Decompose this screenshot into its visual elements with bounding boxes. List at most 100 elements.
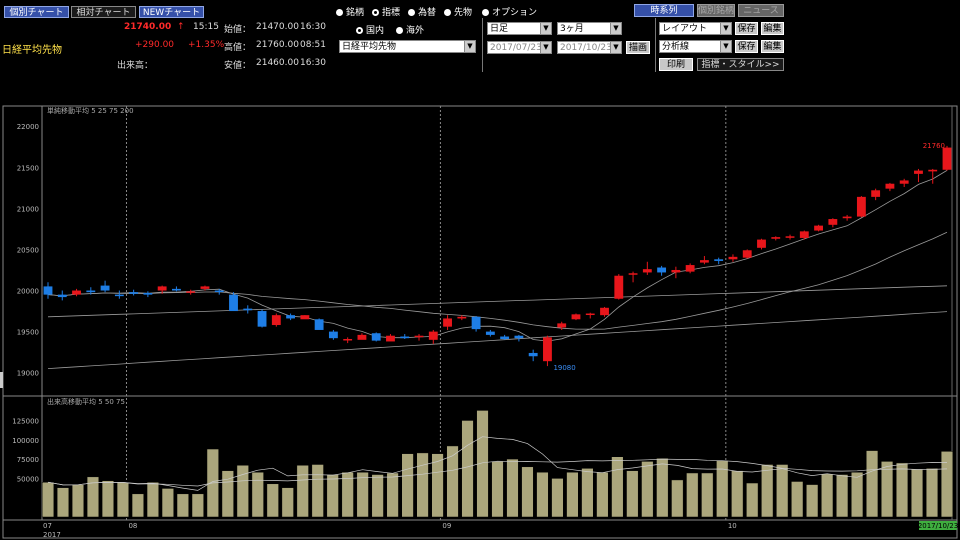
chevron-down-icon[interactable]: ▼ (464, 41, 475, 52)
chevron-down-icon[interactable]: ▼ (610, 23, 621, 34)
volume-label: 出来高： (117, 61, 154, 71)
volume-tick-label: 50000 (17, 475, 39, 483)
x-tick-label: 08 (128, 522, 137, 530)
indicators-style-button[interactable]: 指標・スタイル>> (697, 58, 784, 71)
candle (443, 318, 452, 327)
radio-dot (356, 27, 363, 34)
draw-button[interactable]: 描画 (626, 41, 650, 54)
radio-options[interactable]: オプション (482, 5, 537, 18)
candle (699, 260, 709, 263)
tab-individual-chart[interactable]: 個別チャート (4, 6, 69, 18)
volume-bar (536, 471, 549, 518)
volume-bar (581, 468, 594, 518)
candle (714, 259, 724, 261)
open-value: 21470.00 (256, 22, 299, 32)
high-label: 高値： (224, 43, 252, 53)
radio-fx[interactable]: 為替 (408, 5, 436, 18)
volume-bar (836, 474, 849, 518)
from-date-select[interactable]: 2017/07/23 ▼ (487, 41, 552, 54)
volume-bar (251, 471, 264, 518)
candle (328, 331, 338, 339)
candle (528, 352, 538, 357)
candle (871, 190, 881, 197)
candle (914, 170, 923, 174)
volume-bar (596, 471, 609, 518)
chevron-down-icon[interactable]: ▼ (540, 23, 551, 34)
scroll-handle (0, 372, 3, 388)
to-date-select[interactable]: 2017/10/23 ▼ (557, 41, 622, 54)
news-button[interactable]: ニュース (738, 4, 784, 17)
chevron-down-icon[interactable]: ▼ (610, 42, 621, 53)
volume-bar (686, 472, 699, 518)
volume-bar (176, 493, 189, 518)
radio-overseas[interactable]: 海外 (396, 23, 424, 36)
bar-type-select[interactable]: 日足 ▼ (487, 22, 552, 35)
candle (214, 290, 224, 293)
volume-bar (806, 484, 819, 518)
volume-bar (791, 481, 804, 518)
candle (300, 315, 310, 320)
candle (814, 225, 823, 231)
price-pane-title: 単純移動平均 5 25 75 200 (47, 106, 134, 115)
price-volume-chart[interactable]: 19000 19500 20000 20500 21000 21500 22000 50000… (0, 103, 960, 540)
volume-bar (41, 481, 55, 518)
divider (655, 18, 656, 72)
radio-dot (372, 9, 379, 16)
chevron-down-icon[interactable]: ▼ (720, 23, 731, 34)
candle (428, 331, 438, 340)
volume-bar (895, 462, 909, 518)
candle (314, 319, 324, 330)
volume-bar (446, 445, 459, 518)
candle (514, 335, 524, 339)
tab-new-chart[interactable]: NEWチャート (139, 6, 204, 18)
volume-pane-title: 出来高移動平均 5 50 75 (47, 397, 125, 406)
tab-relative-chart[interactable]: 相対チャート (71, 6, 136, 18)
radio-index[interactable]: 指標 (372, 5, 400, 18)
last-date-label: 2017/10/23 (918, 522, 958, 530)
range-select[interactable]: 3ヶ月 ▼ (557, 22, 622, 35)
volume-bar (641, 461, 654, 518)
volume-bar (521, 466, 534, 518)
candle (86, 290, 96, 293)
volume-bar (296, 464, 309, 518)
volume-bar (701, 472, 714, 518)
analysis-select[interactable]: 分析線 ▼ (659, 40, 732, 53)
timeseries-button[interactable]: 時系列 (634, 4, 694, 17)
volume-bar (491, 461, 504, 518)
instrument-select[interactable]: 日経平均先物 ▼ (339, 40, 476, 53)
x-tick-label: 10 (728, 522, 737, 530)
quote-arrow: ↑ (177, 22, 185, 32)
volume-bar (386, 472, 399, 518)
save-analysis-button[interactable]: 保存 (735, 40, 758, 53)
edit-layout-button[interactable]: 編集 (761, 22, 784, 35)
volume-bar (116, 481, 130, 518)
edit-analysis-button[interactable]: 編集 (761, 40, 784, 53)
price-tick-label: 19000 (17, 370, 39, 378)
radio-domestic[interactable]: 国内 (356, 23, 384, 36)
high-annotation: 21760 (923, 142, 945, 150)
volume-bar (746, 482, 759, 518)
print-button[interactable]: 印刷 (659, 58, 693, 71)
ma-200-line (47, 311, 948, 369)
volume-bar (671, 479, 684, 518)
volume-bar (326, 474, 339, 518)
volume-tick-label: 125000 (12, 417, 39, 425)
radio-futures[interactable]: 先物 (444, 5, 472, 18)
volume-bar (910, 468, 924, 518)
volume-bar (56, 487, 70, 518)
candle (628, 273, 638, 275)
candle (243, 308, 253, 311)
layout-select[interactable]: レイアウト ▼ (659, 22, 732, 35)
individual-stock-button[interactable]: 個別銘柄 (697, 4, 735, 17)
candle (371, 333, 381, 341)
chevron-down-icon[interactable]: ▼ (720, 41, 731, 52)
candle (557, 323, 567, 328)
save-layout-button[interactable]: 保存 (735, 22, 758, 35)
candle (200, 286, 210, 289)
radio-stock[interactable]: 銘柄 (336, 5, 364, 18)
volume-bar (851, 471, 864, 518)
chevron-down-icon[interactable]: ▼ (540, 42, 551, 53)
volume-bar (431, 453, 444, 518)
volume-bar (191, 493, 204, 518)
volume-bar (101, 480, 115, 518)
